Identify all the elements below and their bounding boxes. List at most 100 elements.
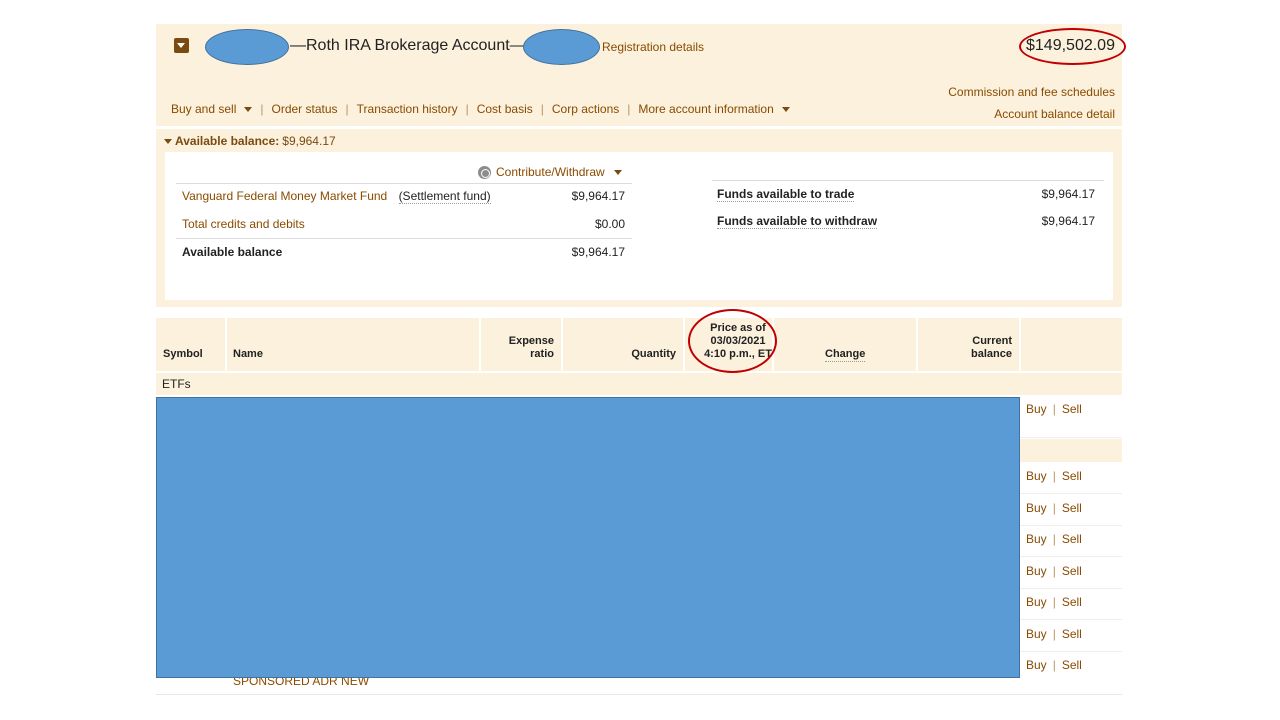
nav-buy-sell-label: Buy and sell bbox=[171, 102, 237, 116]
sell-link[interactable]: Sell bbox=[1062, 469, 1082, 483]
nav-separator: | bbox=[260, 102, 264, 116]
buy-link[interactable]: Buy bbox=[1026, 595, 1047, 609]
account-nav: Buy and sell | Order status | Transactio… bbox=[171, 102, 790, 116]
nav-buy-sell[interactable]: Buy and sell bbox=[171, 102, 253, 116]
redaction-ellipse-left bbox=[205, 29, 289, 65]
account-title: —Roth IRA Brokerage Account— bbox=[290, 37, 526, 54]
row-actions: Buy | Sell bbox=[1026, 658, 1082, 672]
action-separator: | bbox=[1052, 658, 1056, 672]
available-balance-header-value: $9,964.17 bbox=[282, 134, 336, 148]
sell-link[interactable]: Sell bbox=[1062, 501, 1082, 515]
column-separator bbox=[561, 318, 563, 371]
column-header-name[interactable]: Name bbox=[233, 348, 263, 361]
expense-ratio-line2: ratio bbox=[530, 348, 554, 360]
nav-separator: | bbox=[465, 102, 469, 116]
sell-link[interactable]: Sell bbox=[1062, 402, 1082, 416]
column-separator bbox=[1019, 318, 1021, 371]
column-header-quantity[interactable]: Quantity bbox=[600, 348, 676, 361]
sell-link[interactable]: Sell bbox=[1062, 595, 1082, 609]
sell-link[interactable]: Sell bbox=[1062, 658, 1082, 672]
row-divider bbox=[1020, 619, 1122, 620]
buy-link[interactable]: Buy bbox=[1026, 564, 1047, 578]
available-balance-value: $9,964.17 bbox=[571, 245, 625, 259]
chevron-down-icon bbox=[244, 106, 253, 112]
action-separator: | bbox=[1052, 532, 1056, 546]
price-header-line3: 4:10 p.m., ET bbox=[704, 348, 772, 360]
nav-order-status[interactable]: Order status bbox=[272, 102, 338, 116]
action-separator: | bbox=[1052, 564, 1056, 578]
action-separator: | bbox=[1052, 595, 1056, 609]
row-actions: Buy | Sell bbox=[1026, 532, 1082, 546]
contribute-withdraw-menu[interactable]: Contribute/Withdraw bbox=[478, 165, 622, 179]
buy-link[interactable]: Buy bbox=[1026, 627, 1047, 641]
nav-cost-basis[interactable]: Cost basis bbox=[477, 102, 533, 116]
redaction-block bbox=[156, 397, 1020, 678]
available-balance-panel bbox=[165, 152, 1113, 300]
row-divider bbox=[1020, 588, 1122, 589]
nav-transaction-history[interactable]: Transaction history bbox=[357, 102, 458, 116]
sell-link[interactable]: Sell bbox=[1062, 532, 1082, 546]
total-credits-debits-value: $0.00 bbox=[594, 217, 625, 231]
settlement-fund-tag: (Settlement fund) bbox=[398, 189, 491, 204]
action-separator: | bbox=[1052, 627, 1056, 641]
collapse-toggle-icon[interactable] bbox=[174, 38, 189, 53]
registration-details-link[interactable]: Registration details bbox=[602, 40, 704, 54]
current-balance-line2: balance bbox=[971, 348, 1012, 360]
card-divider bbox=[156, 126, 1122, 129]
divider-line bbox=[712, 180, 1104, 181]
buy-link[interactable]: Buy bbox=[1026, 658, 1047, 672]
etf-group-label: ETFs bbox=[162, 377, 191, 391]
etf-group-row bbox=[156, 373, 1122, 395]
commission-fee-link[interactable]: Commission and fee schedules bbox=[948, 85, 1115, 99]
price-header-line1: Price as of bbox=[710, 322, 766, 334]
buy-link[interactable]: Buy bbox=[1026, 402, 1047, 416]
action-separator: | bbox=[1052, 501, 1056, 515]
settlement-fund-value: $9,964.17 bbox=[571, 189, 625, 203]
row-actions: Buy | Sell bbox=[1026, 627, 1082, 641]
nav-corp-actions[interactable]: Corp actions bbox=[552, 102, 619, 116]
action-separator: | bbox=[1052, 469, 1056, 483]
funds-to-withdraw-value: $9,964.17 bbox=[1041, 214, 1095, 228]
row-divider bbox=[1020, 437, 1122, 438]
column-separator bbox=[225, 318, 227, 371]
available-balance-label: Available balance bbox=[182, 245, 283, 259]
divider-line bbox=[176, 238, 632, 239]
funds-to-trade-label[interactable]: Funds available to trade bbox=[717, 187, 855, 202]
chevron-down-icon bbox=[613, 169, 622, 175]
row-actions: Buy | Sell bbox=[1026, 402, 1082, 416]
settlement-fund-link[interactable]: Vanguard Federal Money Market Fund (Sett… bbox=[182, 189, 491, 204]
nav-separator: | bbox=[345, 102, 349, 116]
column-separator bbox=[683, 318, 685, 371]
chevron-down-icon bbox=[781, 106, 790, 112]
column-header-change[interactable]: Change bbox=[825, 348, 866, 362]
buy-link[interactable]: Buy bbox=[1026, 501, 1047, 515]
current-balance-line1: Current bbox=[972, 335, 1012, 347]
sell-link[interactable]: Sell bbox=[1062, 564, 1082, 578]
column-header-current-balance[interactable]: Current balance bbox=[930, 335, 1012, 361]
coin-icon bbox=[478, 165, 491, 179]
column-header-symbol[interactable]: Symbol bbox=[163, 348, 203, 361]
row-actions: Buy | Sell bbox=[1026, 564, 1082, 578]
expense-ratio-line1: Expense bbox=[508, 335, 554, 347]
nav-separator: | bbox=[540, 102, 544, 116]
funds-to-withdraw-label[interactable]: Funds available to withdraw bbox=[717, 214, 878, 229]
sell-link[interactable]: Sell bbox=[1062, 627, 1082, 641]
total-credits-debits-link[interactable]: Total credits and debits bbox=[182, 217, 305, 231]
column-header-expense-ratio[interactable]: Expense ratio bbox=[480, 335, 554, 361]
buy-link[interactable]: Buy bbox=[1026, 532, 1047, 546]
available-balance-toggle[interactable]: Available balance: $9,964.17 bbox=[164, 134, 336, 148]
buy-link[interactable]: Buy bbox=[1026, 469, 1047, 483]
divider-line bbox=[176, 183, 632, 184]
action-separator: | bbox=[1052, 402, 1056, 416]
account-balance-detail-link[interactable]: Account balance detail bbox=[994, 107, 1115, 121]
settlement-fund-name: Vanguard Federal Money Market Fund bbox=[182, 189, 388, 203]
contribute-withdraw-label: Contribute/Withdraw bbox=[496, 165, 605, 179]
price-header-line2: 03/03/2021 bbox=[710, 335, 766, 347]
column-header-price[interactable]: Price as of 03/03/2021 4:10 p.m., ET bbox=[686, 322, 790, 361]
table-bottom-border bbox=[156, 694, 1122, 695]
nav-more-info-label: More account information bbox=[638, 102, 774, 116]
nav-more-account-info[interactable]: More account information bbox=[638, 102, 790, 116]
row-actions: Buy | Sell bbox=[1026, 469, 1082, 483]
row-actions: Buy | Sell bbox=[1026, 501, 1082, 515]
funds-to-trade-value: $9,964.17 bbox=[1041, 187, 1095, 201]
